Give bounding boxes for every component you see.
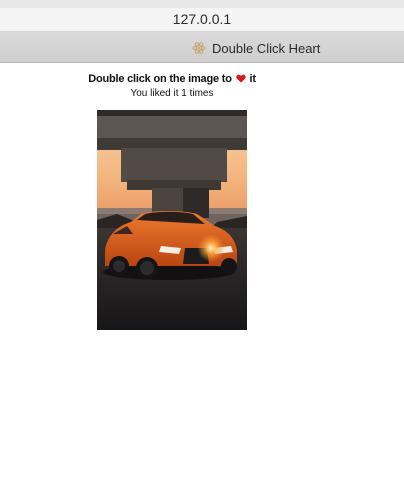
tab-active[interactable]: Double Click Heart <box>192 40 320 56</box>
instruction-heading: Double click on the image to it <box>0 73 344 85</box>
address-bar[interactable]: 127.0.0.1 <box>0 8 404 32</box>
tab-bar: Double Click Heart <box>0 32 404 63</box>
page-content: Double click on the image to it You like… <box>0 63 404 497</box>
car-photo[interactable] <box>97 110 247 330</box>
like-counter: You liked it 1 times <box>130 88 214 99</box>
url-text[interactable]: 127.0.0.1 <box>0 11 404 27</box>
instruction-text-before: Double click on the image to <box>88 73 232 85</box>
window-top-strip <box>0 0 404 8</box>
heart-icon <box>235 74 246 83</box>
instruction-text-after: it <box>249 73 256 85</box>
react-atom-icon <box>192 41 206 55</box>
tab-title: Double Click Heart <box>212 40 321 56</box>
